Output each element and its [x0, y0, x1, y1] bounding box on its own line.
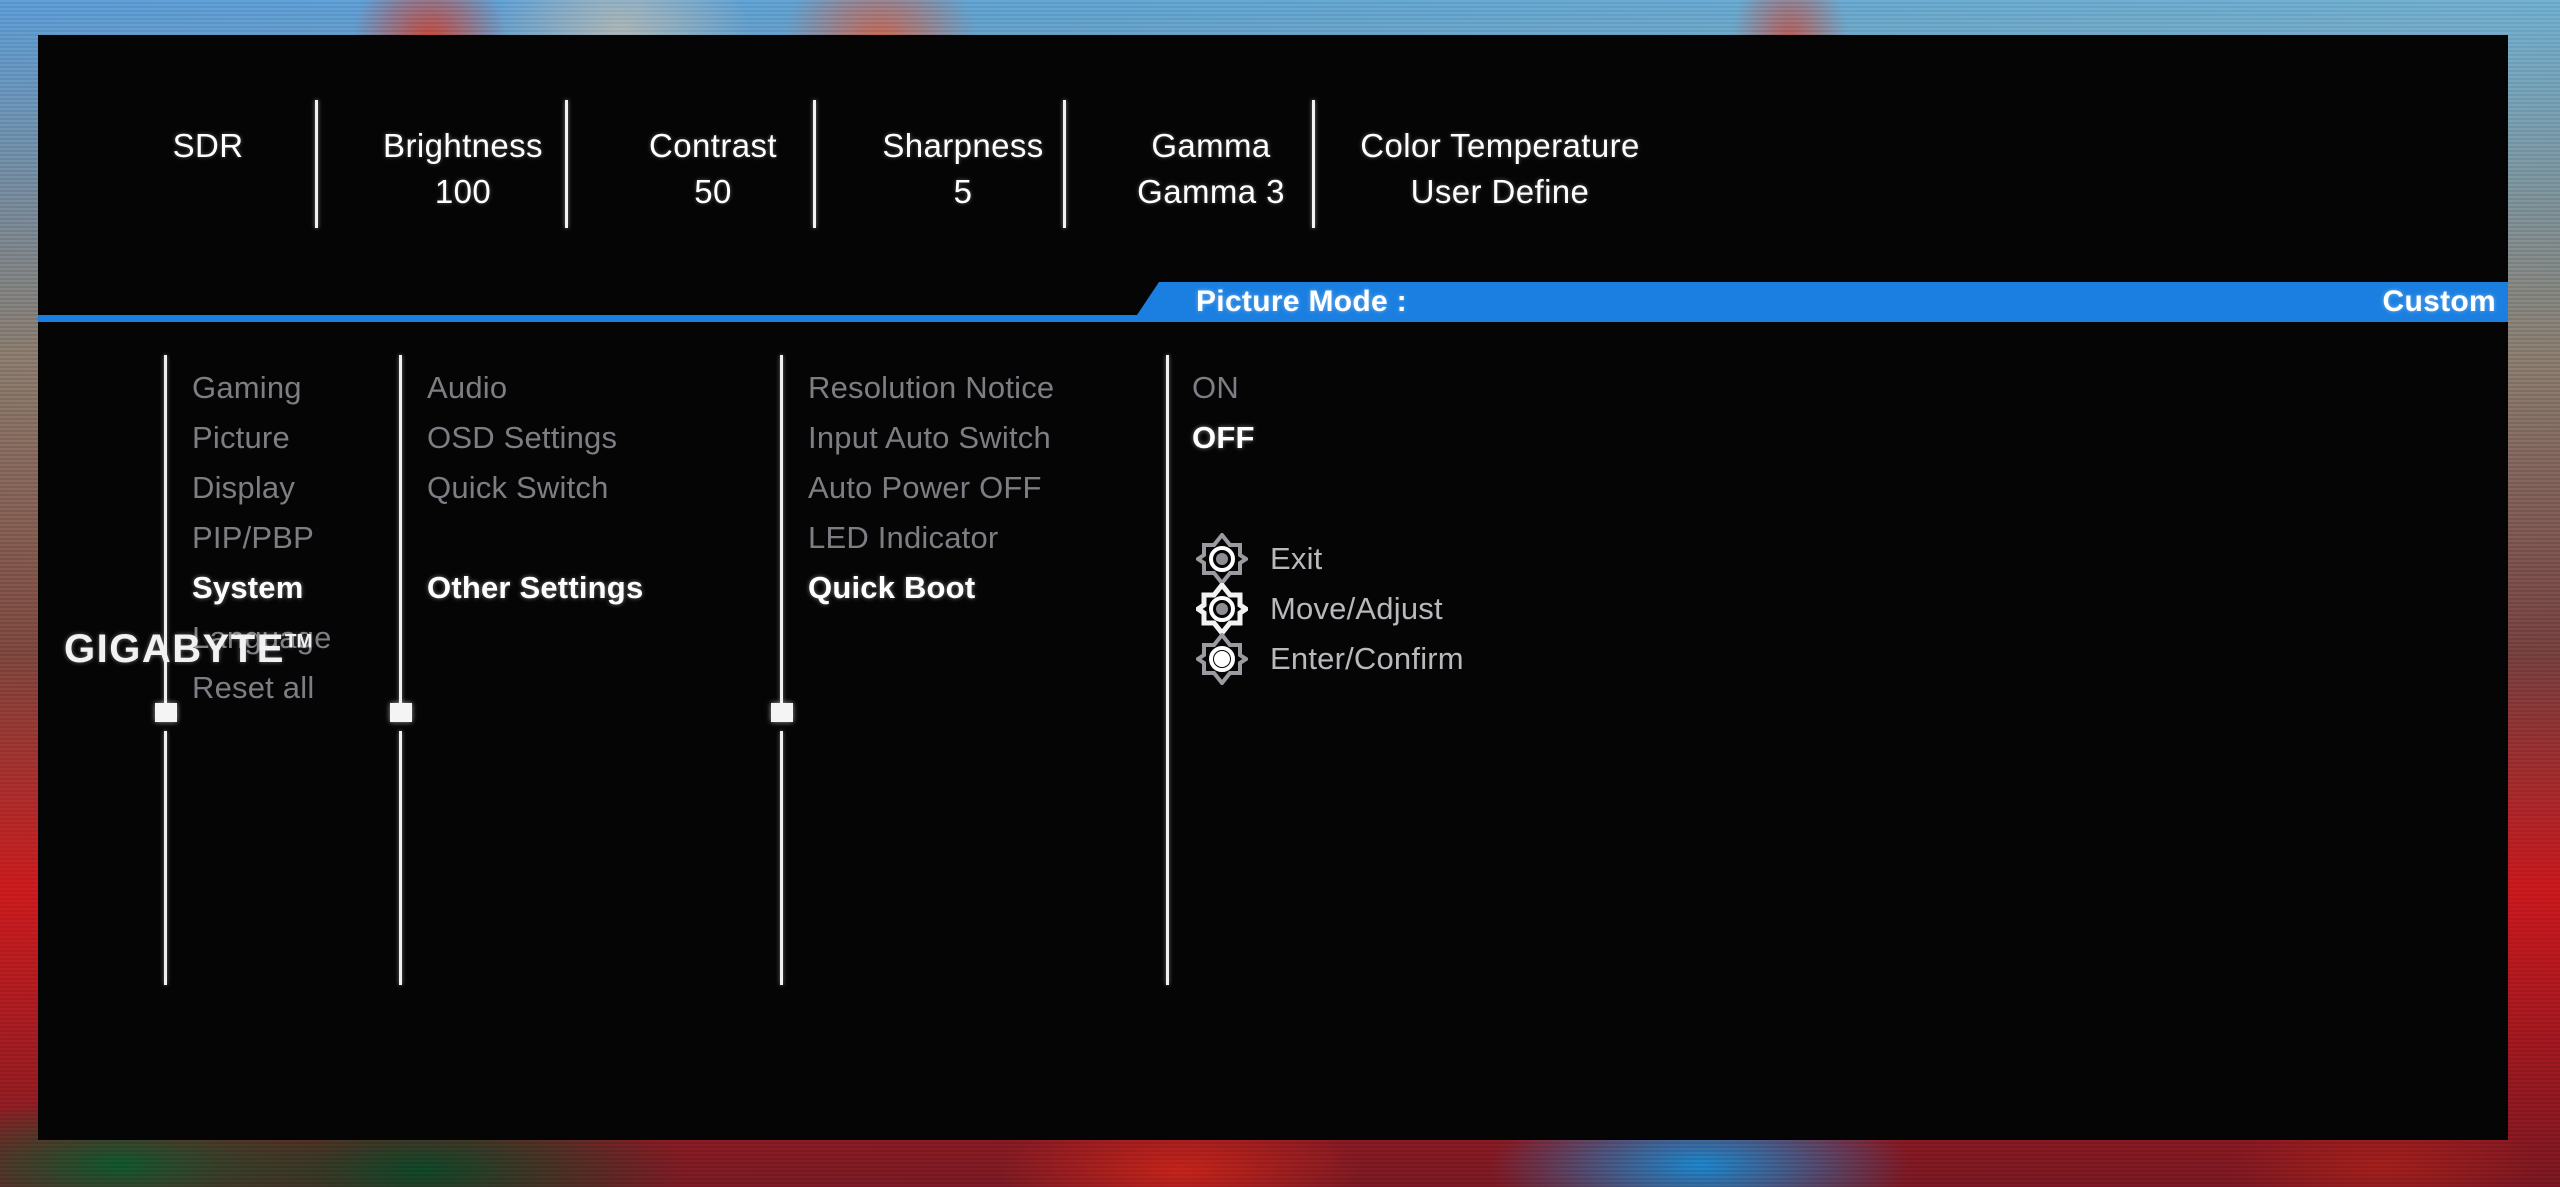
header-divider-4 — [1063, 100, 1066, 228]
monitor-screen: SDR Brightness 100 Contrast 50 Sharpness… — [0, 0, 2560, 1187]
menu-item-input-auto-switch[interactable]: Input Auto Switch — [808, 420, 1051, 456]
osd-header: SDR Brightness 100 Contrast 50 Sharpness… — [38, 35, 2508, 317]
column3-rule-bottom — [780, 731, 783, 985]
header-value: 100 — [434, 173, 492, 210]
joystick-enter-icon — [1196, 633, 1248, 685]
menu-item-other-settings[interactable]: Other Settings — [427, 570, 643, 606]
legend-row-enter-confirm[interactable]: Enter/Confirm — [1196, 633, 1464, 685]
header-separator-line — [38, 315, 2508, 322]
osd-panel: SDR Brightness 100 Contrast 50 Sharpness… — [38, 35, 2508, 1140]
header-item-gamma[interactable]: Gamma Gamma 3 — [1086, 123, 1336, 215]
picture-mode-label: Picture Mode : — [1196, 284, 1407, 318]
value-option-off[interactable]: OFF — [1192, 420, 1255, 456]
header-value: User Define — [1410, 173, 1590, 210]
joystick-move-icon — [1196, 583, 1248, 635]
column3-rule-top — [780, 355, 783, 705]
menu-item-reset-all[interactable]: Reset all — [192, 670, 314, 706]
header-value: Gamma 3 — [1137, 173, 1285, 210]
header-item-sharpness[interactable]: Sharpness 5 — [838, 123, 1088, 215]
menu-item-system[interactable]: System — [192, 570, 304, 606]
picture-mode-value: Custom — [2382, 284, 2496, 318]
column2-selection-marker — [390, 703, 412, 722]
header-item-brightness[interactable]: Brightness 100 — [338, 123, 588, 215]
header-divider-3 — [813, 100, 816, 228]
column3-selection-marker — [771, 703, 793, 722]
column4-rule — [1166, 355, 1169, 985]
legend-label-exit: Exit — [1270, 541, 1323, 576]
header-label: Brightness — [383, 127, 543, 164]
value-option-on[interactable]: ON — [1192, 370, 1239, 406]
header-label: SDR — [172, 127, 244, 164]
menu-item-quick-boot[interactable]: Quick Boot — [808, 570, 975, 606]
menu-item-auto-power-off[interactable]: Auto Power OFF — [808, 470, 1042, 506]
column1-selection-marker — [155, 703, 177, 722]
menu-item-gaming[interactable]: Gaming — [192, 370, 302, 406]
gigabyte-logo: GIGABYTETM — [64, 627, 312, 672]
header-item-contrast[interactable]: Contrast 50 — [588, 123, 838, 215]
legend-label-enter-confirm: Enter/Confirm — [1270, 641, 1464, 676]
legend-label-move-adjust: Move/Adjust — [1270, 591, 1443, 626]
header-label: Gamma — [1151, 127, 1271, 164]
header-divider-2 — [565, 100, 568, 228]
header-item-sdr[interactable]: SDR — [98, 123, 318, 169]
column1-rule-bottom — [164, 731, 167, 985]
header-divider-1 — [315, 100, 318, 228]
header-divider-5 — [1312, 100, 1315, 228]
menu-item-audio[interactable]: Audio — [427, 370, 507, 406]
menu-item-osd-settings[interactable]: OSD Settings — [427, 420, 617, 456]
header-label: Color Temperature — [1360, 127, 1640, 164]
menu-item-pip-pbp[interactable]: PIP/PBP — [192, 520, 314, 556]
menu-item-picture[interactable]: Picture — [192, 420, 290, 456]
brand-trademark: TM — [284, 631, 313, 653]
header-label: Contrast — [649, 127, 777, 164]
menu-item-display[interactable]: Display — [192, 470, 295, 506]
header-value: 5 — [953, 173, 973, 210]
column2-rule-top — [399, 355, 402, 705]
legend-row-move-adjust[interactable]: Move/Adjust — [1196, 583, 1443, 635]
column2-rule-bottom — [399, 731, 402, 985]
header-value: 50 — [694, 173, 732, 210]
joystick-press-icon — [1196, 533, 1248, 585]
menu-item-led-indicator[interactable]: LED Indicator — [808, 520, 998, 556]
legend-row-exit[interactable]: Exit — [1196, 533, 1322, 585]
menu-item-quick-switch[interactable]: Quick Switch — [427, 470, 609, 506]
menu-item-resolution-notice[interactable]: Resolution Notice — [808, 370, 1054, 406]
brand-name: GIGABYTE — [64, 627, 285, 671]
header-label: Sharpness — [882, 127, 1044, 164]
header-item-color-temperature[interactable]: Color Temperature User Define — [1335, 123, 1665, 215]
